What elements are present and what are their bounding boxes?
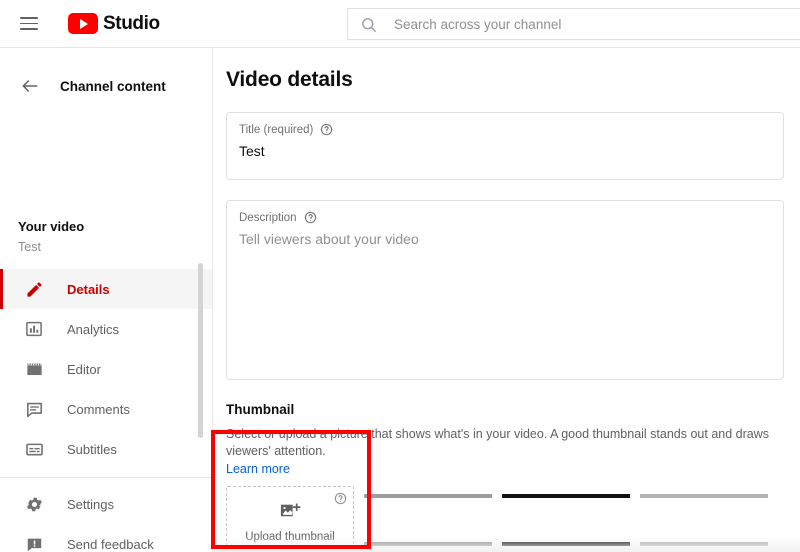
youtube-play-logo-icon [68,13,98,34]
hamburger-menu-icon[interactable] [20,12,44,36]
top-header-bar: Studio [0,0,800,48]
subtitles-icon [22,437,46,461]
main-content: Video details Title (required) Test Desc… [214,48,800,552]
thumbnail-options-row: Upload thumbnail [226,486,800,552]
tile-bar [640,542,768,546]
help-circle-icon[interactable] [304,211,317,224]
help-circle-icon[interactable] [334,492,347,505]
back-arrow-icon [18,74,42,98]
gear-icon [22,492,46,516]
page-title: Video details [226,68,353,91]
thumbnail-description: Select or upload a picture that shows wh… [226,427,769,458]
pencil-icon [22,277,46,301]
brand-name: Studio [103,12,160,34]
description-label-row: Description [239,211,783,224]
title-input-value[interactable]: Test [239,143,783,159]
sidebar-item-analytics[interactable]: Analytics [0,309,212,349]
left-sidebar: Channel content Your video Test Details [0,48,213,552]
learn-more-link[interactable]: Learn more [226,462,290,476]
title-label-row: Title (required) [239,123,783,136]
sidebar-item-send-feedback[interactable]: Send feedback [0,524,212,552]
upload-thumbnail-label: Upload thumbnail [245,530,335,543]
upload-thumbnail-button[interactable]: Upload thumbnail [226,486,354,552]
your-video-label: Your video [18,219,85,234]
tile-bar [640,494,768,498]
sidebar-item-label: Send feedback [67,536,154,552]
sidebar-divider [0,477,212,478]
studio-logo[interactable]: Studio [68,13,160,35]
sidebar-item-label: Editor [67,361,101,377]
title-field-card[interactable]: Title (required) Test [226,112,784,180]
comment-icon [22,397,46,421]
tile-bar [502,494,630,498]
description-placeholder[interactable]: Tell viewers about your video [239,231,783,247]
tile-bar [364,542,492,546]
sidebar-item-editor[interactable]: Editor [0,349,212,389]
feedback-icon [22,532,46,552]
description-field-card[interactable]: Description Tell viewers about your vide… [226,200,784,380]
auto-thumbnail-3[interactable] [640,486,768,552]
description-label: Description [239,211,297,224]
bar-chart-icon [22,317,46,341]
tile-bar [364,494,492,498]
help-circle-icon[interactable] [320,123,333,136]
sidebar-video-title: Test [18,240,41,254]
sidebar-item-label: Comments [67,401,130,417]
vertical-scrollbar[interactable] [198,263,203,441]
sidebar-item-label: Subtitles [67,441,117,457]
sidebar-nav: Details Analytics Editor Comments Subtit… [0,269,212,552]
sidebar-item-label: Details [67,281,110,297]
back-to-channel-content[interactable]: Channel content [0,66,212,106]
auto-thumbnail-1[interactable] [364,486,492,552]
sidebar-item-settings[interactable]: Settings [0,484,212,524]
sidebar-item-details[interactable]: Details [0,269,212,309]
sidebar-item-label: Settings [67,496,114,512]
image-add-icon [279,502,301,527]
thumbnail-heading: Thumbnail [226,402,295,417]
clapperboard-icon [22,357,46,381]
back-label: Channel content [60,78,166,94]
sidebar-item-label: Analytics [67,321,120,337]
youtube-studio-window: Studio Channel content Your vid [0,0,800,552]
search-icon [360,16,377,33]
tile-bar [502,542,630,546]
scrollbar-thumb[interactable] [198,263,203,438]
sidebar-item-subtitles[interactable]: Subtitles [0,429,212,469]
title-label: Title (required) [239,123,314,136]
search-bar[interactable] [347,8,800,40]
sidebar-item-comments[interactable]: Comments [0,389,212,429]
video-thumbnail-preview [16,114,196,204]
auto-thumbnail-2[interactable] [502,486,630,552]
search-input[interactable] [392,15,776,33]
